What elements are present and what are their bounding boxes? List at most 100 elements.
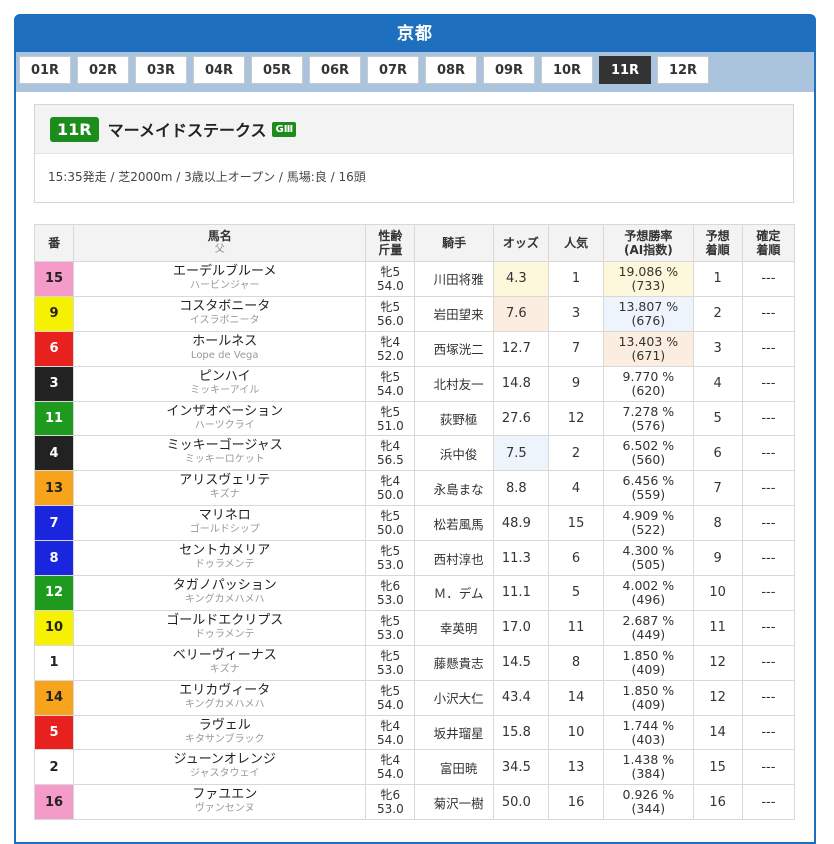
sire-name: ドゥラメンテ (194, 628, 255, 640)
ai-win-probability: 1.850 % (409) (603, 679, 694, 716)
table-row: 15 エーデルブルーメ ハービンジャー 牝5 54.0 川田将雅 4.3 1 1… (33, 261, 796, 297)
horse-name[interactable]: ジューンオレンジ (84, 753, 365, 767)
ai-percent: 1.850 % (622, 647, 675, 663)
horse-cell: コスタボニータ イスラボニータ (73, 295, 367, 332)
horse-name[interactable]: インザオベーション (84, 404, 365, 419)
horse-cell: エリカヴィータ キングカメハメハ (73, 679, 367, 716)
jockey-name[interactable]: 川田将雅 (414, 261, 494, 297)
jockey-name[interactable]: 永島まな (414, 470, 494, 507)
horse-name[interactable]: ラヴェル (84, 718, 365, 733)
jockey-name[interactable]: 荻野極 (414, 400, 494, 437)
sex-age: 牝5 (380, 264, 401, 279)
table-row: 14 エリカヴィータ キングカメハメハ 牝5 54.0 小沢大仁 43.4 14… (33, 679, 796, 716)
jockey-name[interactable]: 西村淳也 (414, 540, 494, 577)
horse-cell: エーデルブルーメ ハービンジャー (73, 261, 367, 297)
horse-name[interactable]: ホールネス (84, 334, 365, 349)
horse-number: 9 (33, 295, 75, 332)
ai-index: (384) (631, 766, 666, 782)
header-ai-line1: 予想勝率 (624, 229, 673, 243)
jockey-name[interactable]: 富田暁 (414, 749, 494, 786)
jockey-name[interactable]: 浜中俊 (414, 435, 494, 472)
popularity-value: 3 (547, 295, 605, 332)
ai-win-probability: 13.403 % (671) (603, 330, 694, 367)
race-tab-04r[interactable]: 04R (193, 56, 245, 84)
horse-name[interactable]: マリネロ (84, 509, 365, 523)
horse-name[interactable]: ピンハイ (84, 369, 365, 384)
race-tab-07r[interactable]: 07R (367, 56, 419, 84)
header-predicted-rank: 予想 着順 (692, 224, 743, 262)
sex-age: 牝5 (380, 299, 401, 314)
sex-age-weight: 牝5 56.0 (365, 295, 416, 332)
carried-weight: 54.0 (377, 697, 404, 712)
ai-percent: 1.744 % (622, 717, 675, 733)
sex-age: 牝5 (380, 509, 401, 524)
jockey-name[interactable]: 小沢大仁 (414, 679, 494, 716)
race-tab-05r[interactable]: 05R (251, 56, 303, 84)
race-tab-01r[interactable]: 01R (19, 56, 71, 84)
ai-win-probability: 2.687 % (449) (603, 609, 694, 646)
horse-name[interactable]: ファユエン (84, 788, 365, 802)
horse-name[interactable]: ミッキーゴージャス (84, 439, 365, 453)
ai-index: (560) (631, 452, 666, 468)
race-tab-08r[interactable]: 08R (425, 56, 477, 84)
jockey-name[interactable]: 北村友一 (414, 365, 494, 402)
horse-name[interactable]: コスタボニータ (84, 299, 365, 314)
ai-index: (576) (631, 417, 666, 433)
horse-cell: アリスヴェリテ キズナ (73, 470, 367, 507)
ai-index: (344) (631, 801, 666, 817)
race-tab-02r[interactable]: 02R (77, 56, 129, 84)
horse-number: 13 (33, 470, 75, 507)
sex-age-weight: 牝5 53.0 (365, 609, 416, 646)
header-horse: 馬名父 (73, 224, 367, 262)
race-tab-11r[interactable]: 11R (599, 56, 651, 84)
jockey-name[interactable]: Ｍ．デム (414, 575, 494, 611)
horse-name[interactable]: ベリーヴィーナス (84, 648, 365, 663)
confirmed-rank: --- (741, 784, 796, 821)
jockey-name[interactable]: 松若風馬 (414, 505, 494, 542)
race-name[interactable]: マーメイドステークス (108, 117, 267, 141)
popularity-value: 14 (547, 679, 605, 716)
horse-name[interactable]: アリスヴェリテ (84, 474, 365, 488)
table-row: 12 タガノパッション キングカメハメハ 牝6 53.0 Ｍ．デム 11.1 5… (33, 575, 796, 611)
popularity-value: 6 (547, 540, 605, 577)
jockey-name[interactable]: 岩田望来 (414, 295, 494, 332)
horse-name[interactable]: ゴールドエクリプス (84, 613, 365, 628)
race-tab-12r[interactable]: 12R (657, 56, 709, 84)
jockey-name[interactable]: 幸英明 (414, 609, 494, 646)
race-tab-06r[interactable]: 06R (309, 56, 361, 84)
race-number-badge: 11R (50, 116, 99, 142)
confirmed-rank: --- (741, 679, 796, 716)
header-horse-label: 馬名 (207, 229, 232, 243)
confirmed-rank: --- (741, 505, 796, 542)
race-tab-09r[interactable]: 09R (483, 56, 535, 84)
horse-name[interactable]: エリカヴィータ (84, 683, 365, 698)
odds-value: 12.7 (492, 330, 549, 367)
predicted-rank: 11 (692, 609, 743, 646)
jockey-name[interactable]: 西塚洸二 (414, 330, 494, 367)
horse-name[interactable]: エーデルブルーメ (84, 264, 365, 279)
confirmed-rank: --- (741, 540, 796, 577)
race-tab-03r[interactable]: 03R (135, 56, 187, 84)
sex-age: 牝4 (380, 439, 401, 454)
predicted-rank: 4 (692, 365, 743, 402)
horse-number: 2 (33, 749, 75, 786)
table-row: 16 ファユエン ヴァンセンヌ 牝6 53.0 菊沢一樹 50.0 16 0.9… (33, 784, 796, 821)
confirmed-rank: --- (741, 295, 796, 332)
popularity-value: 13 (547, 749, 605, 786)
jockey-name[interactable]: 坂井瑠星 (414, 714, 494, 751)
jockey-name[interactable]: 藤懸貴志 (414, 644, 494, 681)
jockey-name[interactable]: 菊沢一樹 (414, 784, 494, 821)
sex-age-weight: 牝4 54.0 (365, 714, 416, 751)
race-tab-10r[interactable]: 10R (541, 56, 593, 84)
horse-name[interactable]: セントカメリア (84, 544, 365, 558)
horse-cell: ラヴェル キタサンブラック (73, 714, 367, 751)
sex-age-weight: 牝5 50.0 (365, 505, 416, 542)
odds-value: 7.6 (492, 295, 549, 332)
horse-name[interactable]: タガノパッション (84, 578, 365, 593)
sex-age-weight: 牝5 53.0 (365, 644, 416, 681)
sire-name: ドゥラメンテ (194, 559, 255, 571)
ai-percent: 1.438 % (622, 752, 675, 768)
sire-name: キングカメハメハ (184, 593, 265, 605)
table-row: 3 ピンハイ ミッキーアイル 牝5 54.0 北村友一 14.8 9 9.770… (33, 365, 796, 402)
header-popularity: 人気 (547, 224, 605, 262)
